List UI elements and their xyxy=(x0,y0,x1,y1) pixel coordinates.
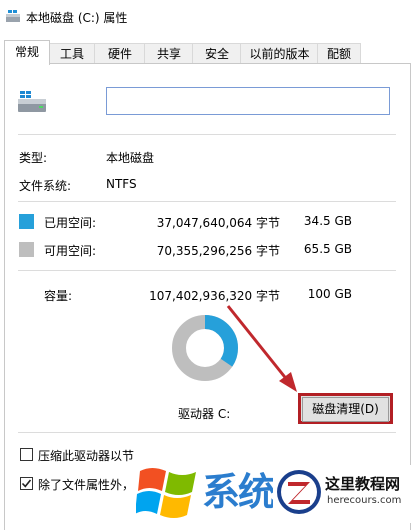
capacity-size: 100 GB xyxy=(307,287,352,301)
disk-usage-donut xyxy=(172,315,238,381)
tab-quota[interactable]: 配额 xyxy=(317,43,361,64)
used-space-bytes: 37,047,640,064 字节 xyxy=(156,216,280,230)
disk-cleanup-button[interactable]: 磁盘清理(D) xyxy=(298,393,393,424)
tab-tools[interactable]: 工具 xyxy=(48,43,96,64)
compress-checkbox[interactable] xyxy=(20,448,33,461)
separator xyxy=(18,134,396,135)
free-space-bytes: 70,355,296,256 字节 xyxy=(156,244,280,258)
drive-title-icon xyxy=(6,10,20,22)
free-space-size: 65.5 GB xyxy=(303,242,352,256)
drive-icon xyxy=(18,91,46,112)
capacity-bytes: 107,402,936,320 字节 xyxy=(149,289,280,303)
volume-name-input[interactable] xyxy=(106,87,390,115)
tab-previous-versions[interactable]: 以前的版本 xyxy=(240,43,319,64)
free-space-label: 可用空间: xyxy=(44,244,97,258)
separator xyxy=(18,201,396,202)
drive-label: 驱动器 C: xyxy=(178,407,231,421)
compress-label: 压缩此驱动器以节 xyxy=(38,449,135,463)
separator xyxy=(18,432,396,433)
index-checkbox[interactable] xyxy=(20,477,33,490)
used-space-size: 34.5 GB xyxy=(303,214,352,228)
check-icon xyxy=(21,479,32,488)
tab-general[interactable]: 常规 xyxy=(4,40,50,65)
capacity-label: 容量: xyxy=(44,289,73,303)
free-space-swatch xyxy=(19,242,34,257)
disk-cleanup-label: 磁盘清理(D) xyxy=(302,397,389,422)
separator xyxy=(18,270,396,271)
used-space-label: 已用空间: xyxy=(44,216,97,230)
tab-hardware[interactable]: 硬件 xyxy=(94,43,146,64)
title-bar: 本地磁盘 (C:) 属性 xyxy=(0,0,414,36)
type-label: 类型: xyxy=(19,151,48,165)
tab-sharing[interactable]: 共享 xyxy=(144,43,194,64)
used-space-swatch xyxy=(19,214,34,229)
filesystem-value: NTFS xyxy=(106,177,137,191)
type-value: 本地磁盘 xyxy=(106,151,155,165)
filesystem-label: 文件系统: xyxy=(19,179,72,193)
window-title: 本地磁盘 (C:) 属性 xyxy=(26,11,128,25)
tab-security[interactable]: 安全 xyxy=(192,43,242,64)
index-label: 除了文件属性外， xyxy=(38,478,135,492)
tab-strip: 常规 工具 硬件 共享 安全 以前的版本 配额 xyxy=(0,40,414,65)
